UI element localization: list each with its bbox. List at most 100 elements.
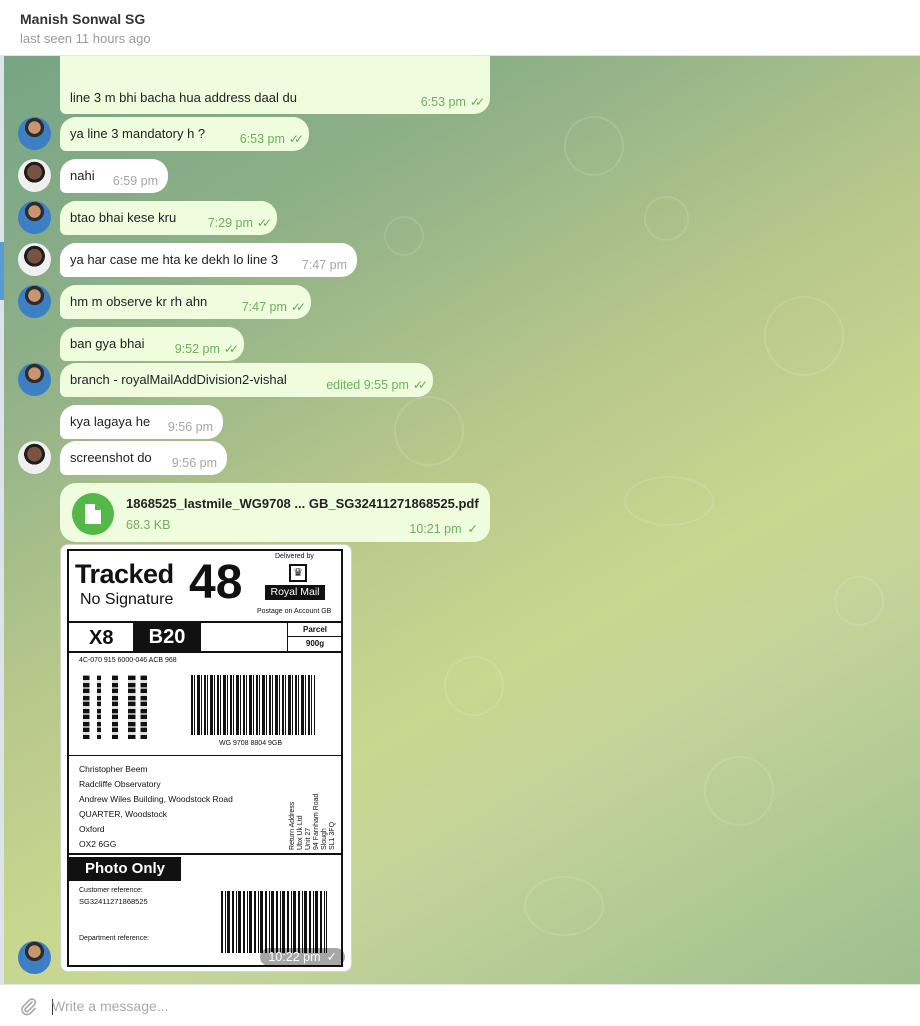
background-doodle [524,876,604,936]
label-signature: No Signature [80,591,174,608]
avatar[interactable] [18,285,51,318]
file-name[interactable]: 1868525_lastmile_WG9708 ... GB_SG3241127… [126,496,479,511]
background-doodle [394,396,464,466]
label-customer-reference-label: Customer reference: [79,887,143,894]
label-barcode-number: WG 9708 8804 9GB [219,740,283,747]
royal-mail-logo: Royal Mail [265,585,325,600]
message-text: line 3 m bhi bacha hua address daal du [70,90,297,105]
paperclip-icon[interactable] [18,996,38,1016]
message-meta: 6:53 pm ✓✓ [420,95,485,109]
contact-status: last seen 11 hours ago [20,31,151,46]
message-bubble-outgoing[interactable]: btao bhai kese kru 7:29 pm ✓✓ [60,201,277,235]
message-bubble-outgoing[interactable]: line 3 m bhi bacha hua address daal du 6… [60,56,490,114]
address-line: Christopher Beem [79,764,148,774]
background-doodle [564,116,624,176]
background-doodle [764,296,844,376]
message-time: 7:47 pm [241,300,287,314]
message-area[interactable]: line 3 m bhi bacha hua address daal du 6… [4,56,920,984]
reference-barcode [221,891,327,953]
message-bubble-outgoing[interactable]: ya line 3 mandatory h ? 6:53 pm ✓✓ [60,117,309,151]
label-customer-reference: SG32411271868525 [79,897,148,906]
message-bubble-incoming[interactable]: nahi 6:59 pm [60,159,168,193]
crown-icon: ♛ [289,564,307,582]
avatar[interactable] [18,363,51,396]
message-text: branch - royalMailAddDivision2-vishal [70,372,287,387]
background-doodle [624,476,714,526]
datamatrix-code [83,675,147,739]
message-time: 6:53 pm [420,95,466,109]
avatar[interactable] [18,201,51,234]
background-doodle [384,216,424,256]
message-text: ya line 3 mandatory h ? [70,126,206,141]
message-input[interactable] [52,994,892,1018]
address-line: Oxford [79,824,105,834]
label-postage: Postage on Account GB [257,608,332,615]
label-routing-code: 4C-070 915 6000-046 ACB 968 [79,657,177,664]
message-time: 6:59 pm [112,174,158,188]
address-line: OX2 6GG [79,839,117,849]
message-time: 10:22 pm [268,950,321,964]
return-line: 94 Farnham Road [313,793,320,850]
background-doodle [444,656,504,716]
message-meta: 7:29 pm ✓✓ [207,216,272,230]
address-line: Radcliffe Observatory [79,779,161,789]
message-text: nahi [70,168,95,183]
document-icon[interactable] [72,493,114,535]
message-time: 7:29 pm [207,216,253,230]
message-bubble-incoming[interactable]: ya har case me hta ke dekh lo line 3 7:4… [60,243,357,277]
return-line: Ubx Uk Ltd [297,815,304,850]
background-doodle [644,196,689,241]
message-time: 10:21 pm [409,522,462,536]
message-text: kya lagaya he [70,414,151,429]
message-time: 9:56 pm [171,456,217,470]
avatar[interactable] [18,117,51,150]
message-text: screenshot do [70,450,152,465]
message-text: ban gya bhai [70,336,145,351]
message-time: 9:52 pm [174,342,220,356]
avatar[interactable] [18,243,51,276]
message-time: 6:53 pm [239,132,285,146]
tracking-barcode [191,675,315,735]
message-bubble-outgoing[interactable]: hm m observe kr rh ahn 7:47 pm ✓✓ [60,285,311,319]
chat-header[interactable]: Manish Sonwal SG last seen 11 hours ago [0,0,920,56]
avatar[interactable] [18,941,51,974]
message-bubble-outgoing[interactable]: ban gya bhai 9:52 pm ✓✓ [60,327,244,361]
return-line: Slough [321,828,328,850]
avatar[interactable] [18,159,51,192]
background-doodle [704,756,774,826]
message-time: 7:47 pm [301,258,347,272]
label-service-number: 48 [189,556,243,609]
label-parcel: Parcel [288,623,342,637]
contact-name[interactable]: Manish Sonwal SG [20,11,145,27]
label-code-left: X8 [89,627,114,649]
message-meta: 6:53 pm ✓✓ [239,132,304,146]
message-bubble-incoming[interactable]: screenshot do 9:56 pm [60,441,227,475]
address-line: QUARTER, Woodstock [79,809,168,819]
shipping-label-image: Tracked 48 No Signature Delivered by ♛ R… [67,549,343,967]
message-time: edited 9:55 pm [326,378,409,392]
message-composer [0,984,920,1026]
file-message[interactable]: 1868525_lastmile_WG9708 ... GB_SG3241127… [60,483,490,542]
address-line: Andrew Wiles Building, Woodstock Road [79,794,233,804]
double-check-icon: ✓✓ [412,378,428,392]
double-check-icon: ✓✓ [288,132,304,146]
message-meta: 10:22 pm ✓ [260,948,345,966]
message-bubble-incoming[interactable]: kya lagaya he 9:56 pm [60,405,223,439]
message-time: 9:56 pm [167,420,213,434]
message-text: btao bhai kese kru [70,210,177,225]
message-meta: 7:47 pm ✓✓ [241,300,306,314]
label-service: Tracked [75,559,174,589]
message-meta: edited 9:55 pm ✓✓ [326,378,428,392]
message-text: ya har case me hta ke dekh lo line 3 [70,252,279,267]
message-meta: 9:52 pm ✓✓ [174,342,239,356]
message-text: hm m observe kr rh ahn [70,294,208,309]
message-bubble-outgoing[interactable]: branch - royalMailAddDivision2-vishal ed… [60,363,433,397]
return-line: Unit 27 [305,827,312,850]
label-address-block: Christopher Beem Radcliffe Observatory A… [69,755,341,855]
double-check-icon: ✓✓ [256,216,272,230]
message-meta: 10:21 pm ✓ [409,521,478,536]
label-sort-row: X8 B20 Parcel 900g [69,621,342,653]
avatar[interactable] [18,441,51,474]
photo-message[interactable]: Tracked 48 No Signature Delivered by ♛ R… [60,544,352,972]
label-weight: 900g [305,639,325,648]
